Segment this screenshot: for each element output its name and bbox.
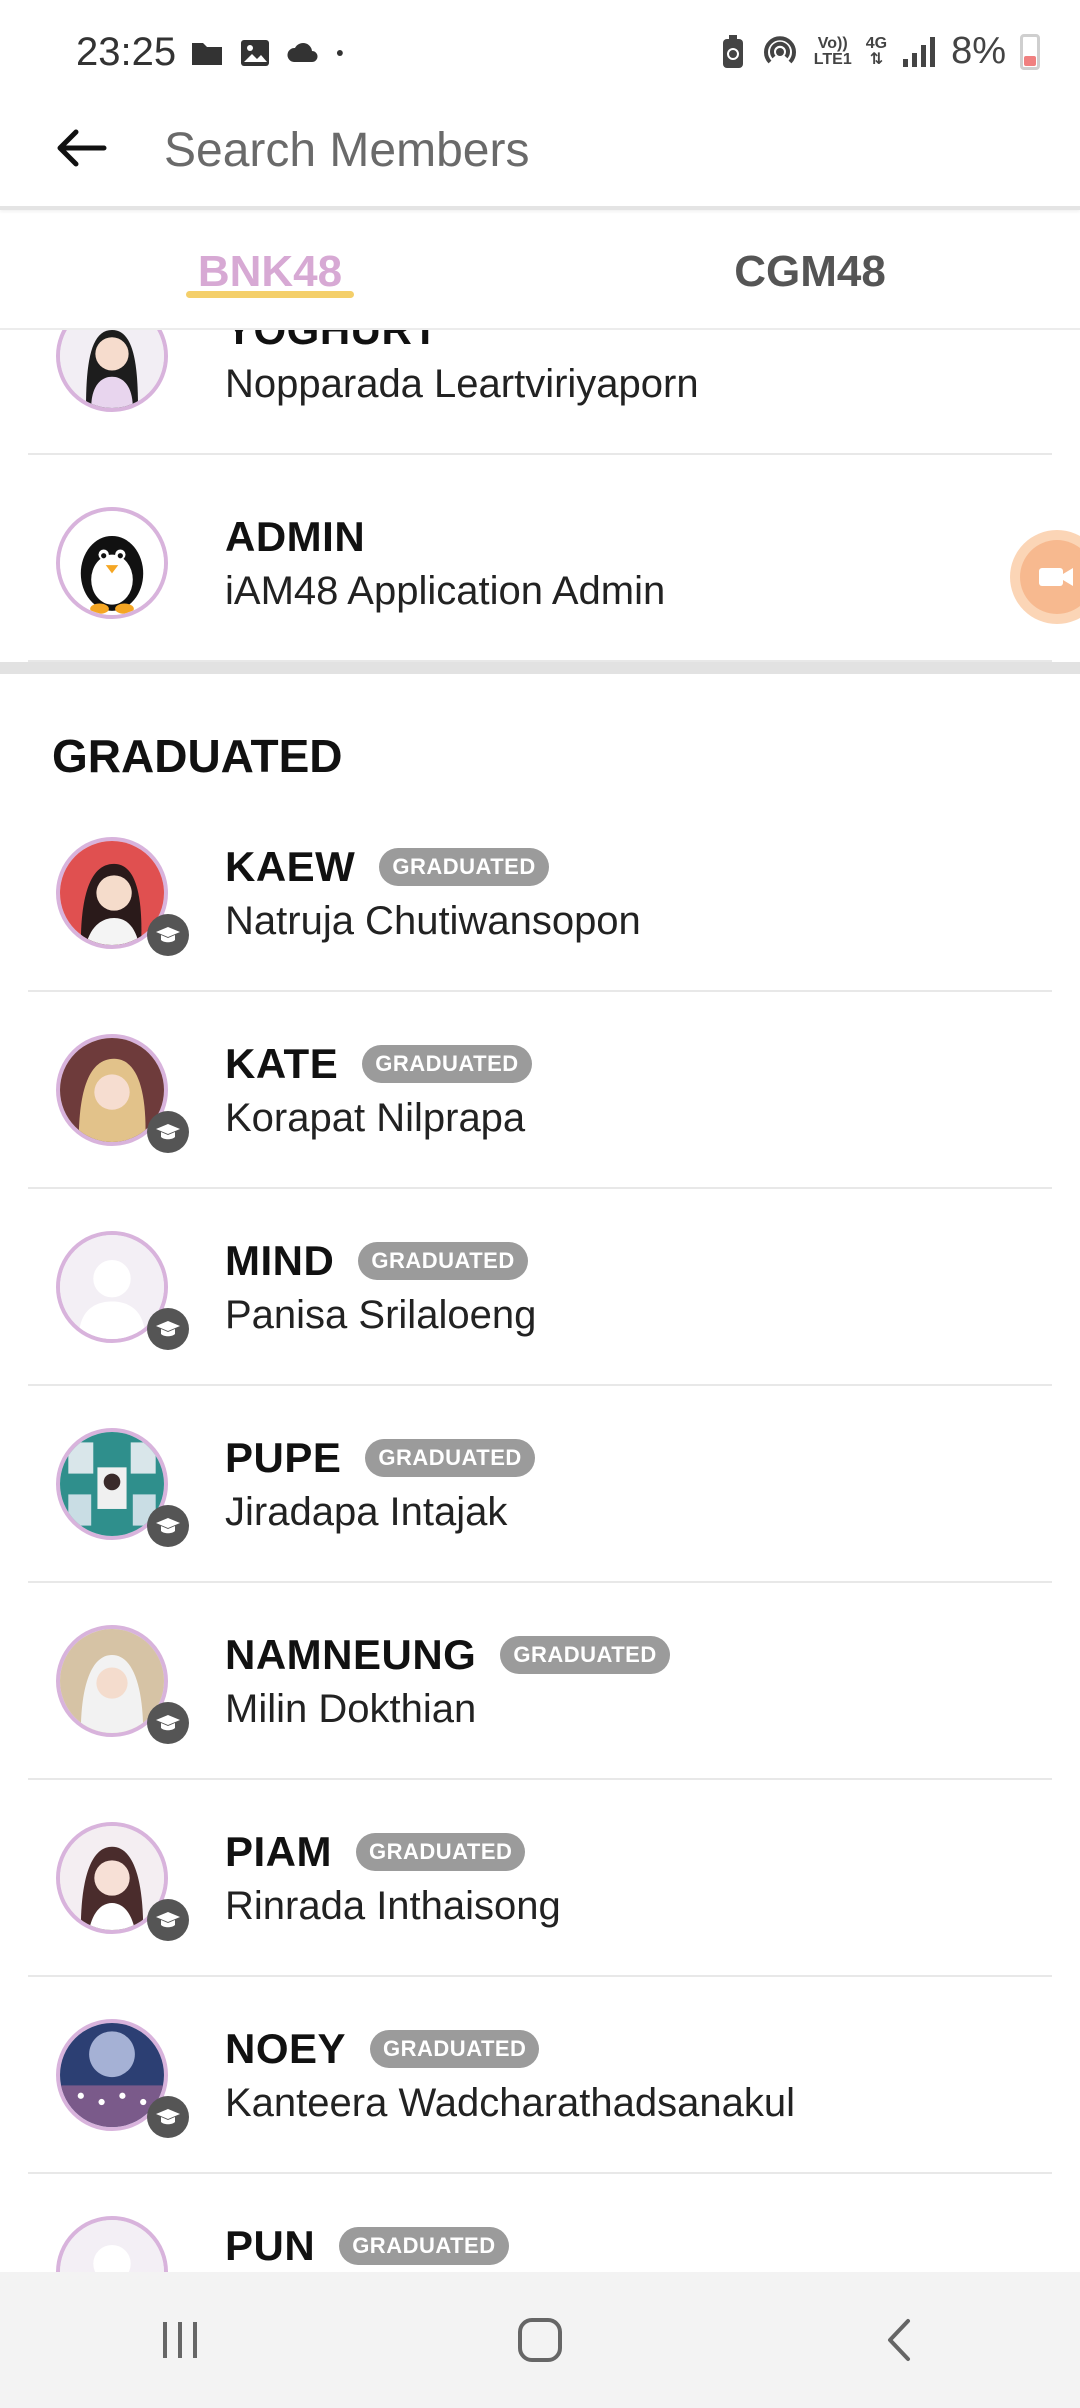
member-nickname: KAEW [225, 843, 356, 890]
video-camera-icon [1039, 568, 1073, 586]
list-item[interactable]: KATE GRADUATED Korapat Nilprapa [28, 992, 1052, 1189]
image-icon [241, 40, 269, 66]
member-name-line: NOEY GRADUATED [225, 2025, 540, 2073]
hotspot-icon [763, 35, 796, 63]
tab-cgm48[interactable]: CGM48 [540, 214, 1080, 330]
4g-icon: 4G ⇅ [865, 34, 888, 68]
list-item[interactable]: PIAM GRADUATED Rinrada Inthaisong [28, 1780, 1052, 1977]
list-item[interactable]: YOGHURT Nopparada Leartviriyaporn [28, 330, 1052, 455]
graduated-badge: GRADUATED [379, 848, 549, 886]
member-nickname: YOGHURT [225, 330, 439, 354]
battery-percent: 8% [951, 30, 1006, 72]
graduated-badge: GRADUATED [356, 1833, 526, 1871]
member-name-line: PUN GRADUATED [225, 2222, 509, 2270]
status-bar: 23:25 Vo)) LTE1 4G ⇅ 8% [0, 0, 1080, 110]
member-nickname: PUPE [225, 1434, 342, 1481]
dot-icon [336, 50, 343, 56]
list-item[interactable]: MIND GRADUATED Panisa Srilaloeng [28, 1189, 1052, 1386]
member-name-line: MIND GRADUATED [225, 1237, 528, 1285]
member-fullname: Jiradapa Intajak [225, 1490, 508, 1534]
graduation-cap-icon [147, 1899, 189, 1941]
graduation-cap-icon [147, 1111, 189, 1153]
member-name-line: NAMNEUNG GRADUATED [225, 1631, 670, 1679]
graduated-badge: GRADUATED [362, 1045, 532, 1083]
graduated-badge: GRADUATED [500, 1636, 670, 1674]
signal-icon [903, 36, 936, 67]
list-item[interactable]: NAMNEUNG GRADUATED Milin Dokthian [28, 1583, 1052, 1780]
member-fullname: Natruja Chutiwansopon [225, 899, 641, 943]
member-fullname: Rinrada Inthaisong [225, 1884, 561, 1928]
status-time: 23:25 [76, 30, 177, 74]
home-button[interactable] [480, 2290, 600, 2390]
avatar [56, 507, 168, 619]
graduated-badge: GRADUATED [339, 2227, 509, 2265]
group-tabs: BNK48 CGM48 [0, 214, 1080, 330]
back-icon [888, 2319, 910, 2361]
member-name-line: KAEW GRADUATED [225, 843, 549, 891]
status-icons-right: Vo)) LTE1 4G ⇅ 8% [720, 30, 1040, 73]
member-name-line: PIAM GRADUATED [225, 1828, 526, 1876]
back-button[interactable] [840, 2290, 960, 2390]
graduation-cap-icon [147, 1505, 189, 1547]
graduation-cap-icon [147, 1702, 189, 1744]
member-name-line: ADMIN [225, 513, 365, 561]
member-fullname: Panisa Srilaloeng [225, 1293, 537, 1337]
section-title: GRADUATED [52, 730, 343, 782]
tab-label: BNK48 [197, 247, 343, 296]
member-name-line: KATE GRADUATED [225, 1040, 532, 1088]
list-item[interactable]: KAEW GRADUATED Natruja Chutiwansopon [28, 795, 1052, 992]
system-nav-bar [0, 2272, 1080, 2408]
member-fullname: Korapat Nilprapa [225, 1096, 526, 1140]
graduated-badge: GRADUATED [358, 1242, 528, 1280]
member-nickname: NAMNEUNG [225, 1631, 477, 1678]
tab-active-indicator [186, 291, 354, 298]
list-item[interactable]: ADMIN iAM48 Application Admin [28, 465, 1052, 662]
member-fullname: Milin Dokthian [225, 1687, 477, 1731]
member-nickname: MIND [225, 1237, 335, 1284]
avatar [56, 330, 168, 412]
recent-apps-icon [163, 2322, 197, 2358]
list-item[interactable]: PUN GRADUATED [28, 2174, 1052, 2272]
status-icons-left [190, 38, 354, 68]
graduation-cap-icon [147, 914, 189, 956]
member-nickname: PIAM [225, 1828, 332, 1875]
member-fullname: Nopparada Leartviriyaporn [225, 362, 699, 406]
battery-saver-icon [722, 34, 743, 68]
section-divider [0, 662, 1080, 674]
graduation-cap-icon [147, 2096, 189, 2138]
member-nickname: NOEY [225, 2025, 347, 2072]
list-item[interactable]: PUPE GRADUATED Jiradapa Intajak [28, 1386, 1052, 1583]
member-nickname: ADMIN [225, 513, 366, 560]
cloud-icon [287, 43, 318, 62]
graduated-badge: GRADUATED [365, 1439, 535, 1477]
graduation-cap-icon [147, 1308, 189, 1350]
list-item[interactable]: NOEY GRADUATED Kanteera Wadcharathadsana… [28, 1977, 1052, 2174]
tab-label: CGM48 [734, 247, 886, 296]
search-header [0, 98, 1080, 210]
member-fullname: iAM48 Application Admin [225, 569, 666, 613]
back-arrow-icon[interactable] [50, 118, 110, 178]
folder-icon [192, 43, 222, 65]
avatar [56, 2216, 168, 2272]
member-fullname: Kanteera Wadcharathadsanakul [225, 2081, 795, 2125]
member-name-line: YOGHURT [225, 330, 439, 354]
battery-icon [1020, 33, 1040, 70]
graduated-badge: GRADUATED [370, 2030, 540, 2068]
member-list[interactable]: YOGHURT Nopparada Leartviriyaporn ADMIN … [0, 330, 1080, 2272]
member-nickname: PUN [225, 2222, 316, 2269]
tab-bnk48[interactable]: BNK48 [0, 214, 540, 330]
recent-apps-button[interactable] [120, 2290, 240, 2390]
member-nickname: KATE [225, 1040, 339, 1087]
volte-icon: Vo)) LTE1 [813, 34, 852, 68]
home-icon [518, 2318, 562, 2362]
member-name-line: PUPE GRADUATED [225, 1434, 535, 1482]
search-input[interactable] [164, 110, 984, 190]
